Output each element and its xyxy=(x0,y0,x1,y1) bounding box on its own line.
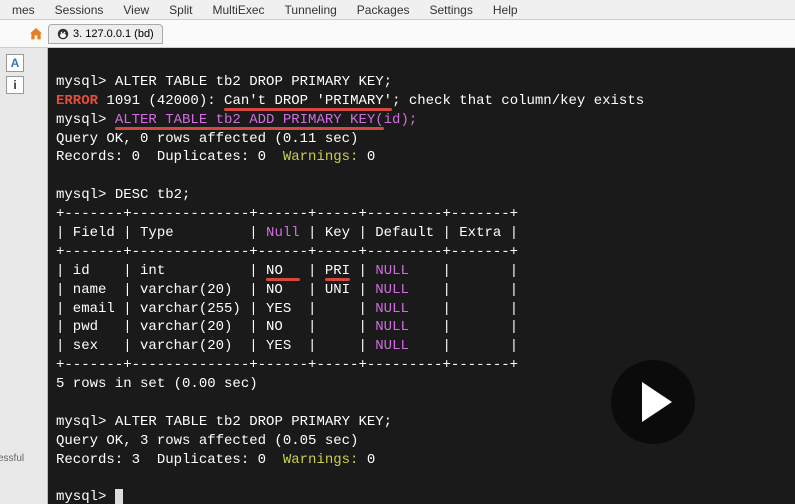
home-icon[interactable] xyxy=(28,26,44,42)
table-sep: +-------+--------------+------+-----+---… xyxy=(56,244,518,260)
menu-bar: mes Sessions View Split MultiExec Tunnel… xyxy=(0,0,795,20)
table-sep: +-------+--------------+------+-----+---… xyxy=(56,206,518,222)
result-count: 5 rows in set (0.00 sec) xyxy=(56,376,258,392)
table-header-null: Null xyxy=(266,225,300,241)
menu-view[interactable]: View xyxy=(113,1,159,19)
table-row: | | xyxy=(409,263,518,279)
prompt: mysql> xyxy=(56,74,115,90)
penguin-icon xyxy=(57,28,69,40)
warnings-count: 0 xyxy=(367,452,375,468)
error-code: 1091 (42000): xyxy=(98,93,224,109)
play-button[interactable] xyxy=(611,360,695,444)
prompt: mysql> xyxy=(56,489,115,504)
menu-split[interactable]: Split xyxy=(159,1,202,19)
table-header: | Key | Default | Extra | xyxy=(300,225,518,241)
result-line: Records: 3 Duplicates: 0 xyxy=(56,452,283,468)
table-row: | | xyxy=(409,282,518,298)
null-val: NULL xyxy=(375,319,409,335)
table-row: | email | varchar(255) | YES | | xyxy=(56,301,375,317)
table-row: | xyxy=(300,263,325,279)
sidebar-status-label: essful xyxy=(0,453,24,464)
sql-cmd: DESC tb2; xyxy=(115,187,191,203)
null-val: NULL xyxy=(375,338,409,354)
warnings-count: 0 xyxy=(367,149,375,165)
session-tab[interactable]: 3. 127.0.0.1 (bd) xyxy=(48,24,163,44)
warnings-label: Warnings: xyxy=(283,452,367,468)
menu-packages[interactable]: Packages xyxy=(347,1,420,19)
cursor xyxy=(115,489,123,504)
sidebar: Ai essful xyxy=(0,48,48,504)
play-icon xyxy=(642,382,672,422)
prompt: mysql> xyxy=(56,112,115,128)
table-header: | Field | Type | xyxy=(56,225,266,241)
sql-cmd: ALTER TABLE tb2 DROP PRIMARY KEY; xyxy=(115,74,392,90)
error-label: ERROR xyxy=(56,93,98,109)
menu-sessions[interactable]: Sessions xyxy=(45,1,114,19)
prompt: mysql> xyxy=(56,187,115,203)
result-line: Records: 0 Duplicates: 0 xyxy=(56,149,283,165)
menu-tunneling[interactable]: Tunneling xyxy=(275,1,347,19)
menu-help[interactable]: Help xyxy=(483,1,528,19)
table-row: | | xyxy=(409,338,518,354)
sql-cmd-highlight: ALTER TABLE tb2 ADD PRIMARY KEY( xyxy=(115,112,384,128)
error-msg: ; check that column/key exists xyxy=(392,93,644,109)
null-val: NULL xyxy=(375,301,409,317)
table-row: | sex | varchar(20) | YES | | xyxy=(56,338,375,354)
error-highlight: Can't DROP 'PRIMARY' xyxy=(224,93,392,109)
null-val: NULL xyxy=(375,282,409,298)
menu-multiexec[interactable]: MultiExec xyxy=(203,1,275,19)
menu-settings[interactable]: Settings xyxy=(420,1,483,19)
table-row: | xyxy=(350,263,375,279)
sql-cmd: ALTER TABLE tb2 DROP PRIMARY KEY; xyxy=(115,414,392,430)
no-highlight: NO xyxy=(266,263,300,279)
result-line: Query OK, 0 rows affected (0.11 sec) xyxy=(56,131,358,147)
sidebar-icon-i[interactable]: i xyxy=(6,76,24,94)
tab-label: 3. 127.0.0.1 (bd) xyxy=(73,28,154,40)
sidebar-top: Ai xyxy=(0,48,47,100)
sql-cmd: ); xyxy=(400,112,417,128)
prompt: mysql> xyxy=(56,414,115,430)
sidebar-icon-a[interactable]: A xyxy=(6,54,24,72)
menu-mes[interactable]: mes xyxy=(2,1,45,19)
table-row: | | xyxy=(409,319,518,335)
null-val: NULL xyxy=(375,263,409,279)
warnings-label: Warnings: xyxy=(283,149,367,165)
tab-bar: 3. 127.0.0.1 (bd) xyxy=(0,20,795,48)
terminal[interactable]: mysql> ALTER TABLE tb2 DROP PRIMARY KEY;… xyxy=(48,48,795,504)
pri-highlight: PRI xyxy=(325,263,350,279)
result-line: Query OK, 3 rows affected (0.05 sec) xyxy=(56,433,358,449)
table-row: | id | int | xyxy=(56,263,266,279)
table-row: | pwd | varchar(20) | NO | | xyxy=(56,319,375,335)
sql-cmd: id xyxy=(384,112,401,128)
table-row: | name | varchar(20) | NO | UNI | xyxy=(56,282,375,298)
table-sep: +-------+--------------+------+-----+---… xyxy=(56,357,518,373)
table-row: | | xyxy=(409,301,518,317)
